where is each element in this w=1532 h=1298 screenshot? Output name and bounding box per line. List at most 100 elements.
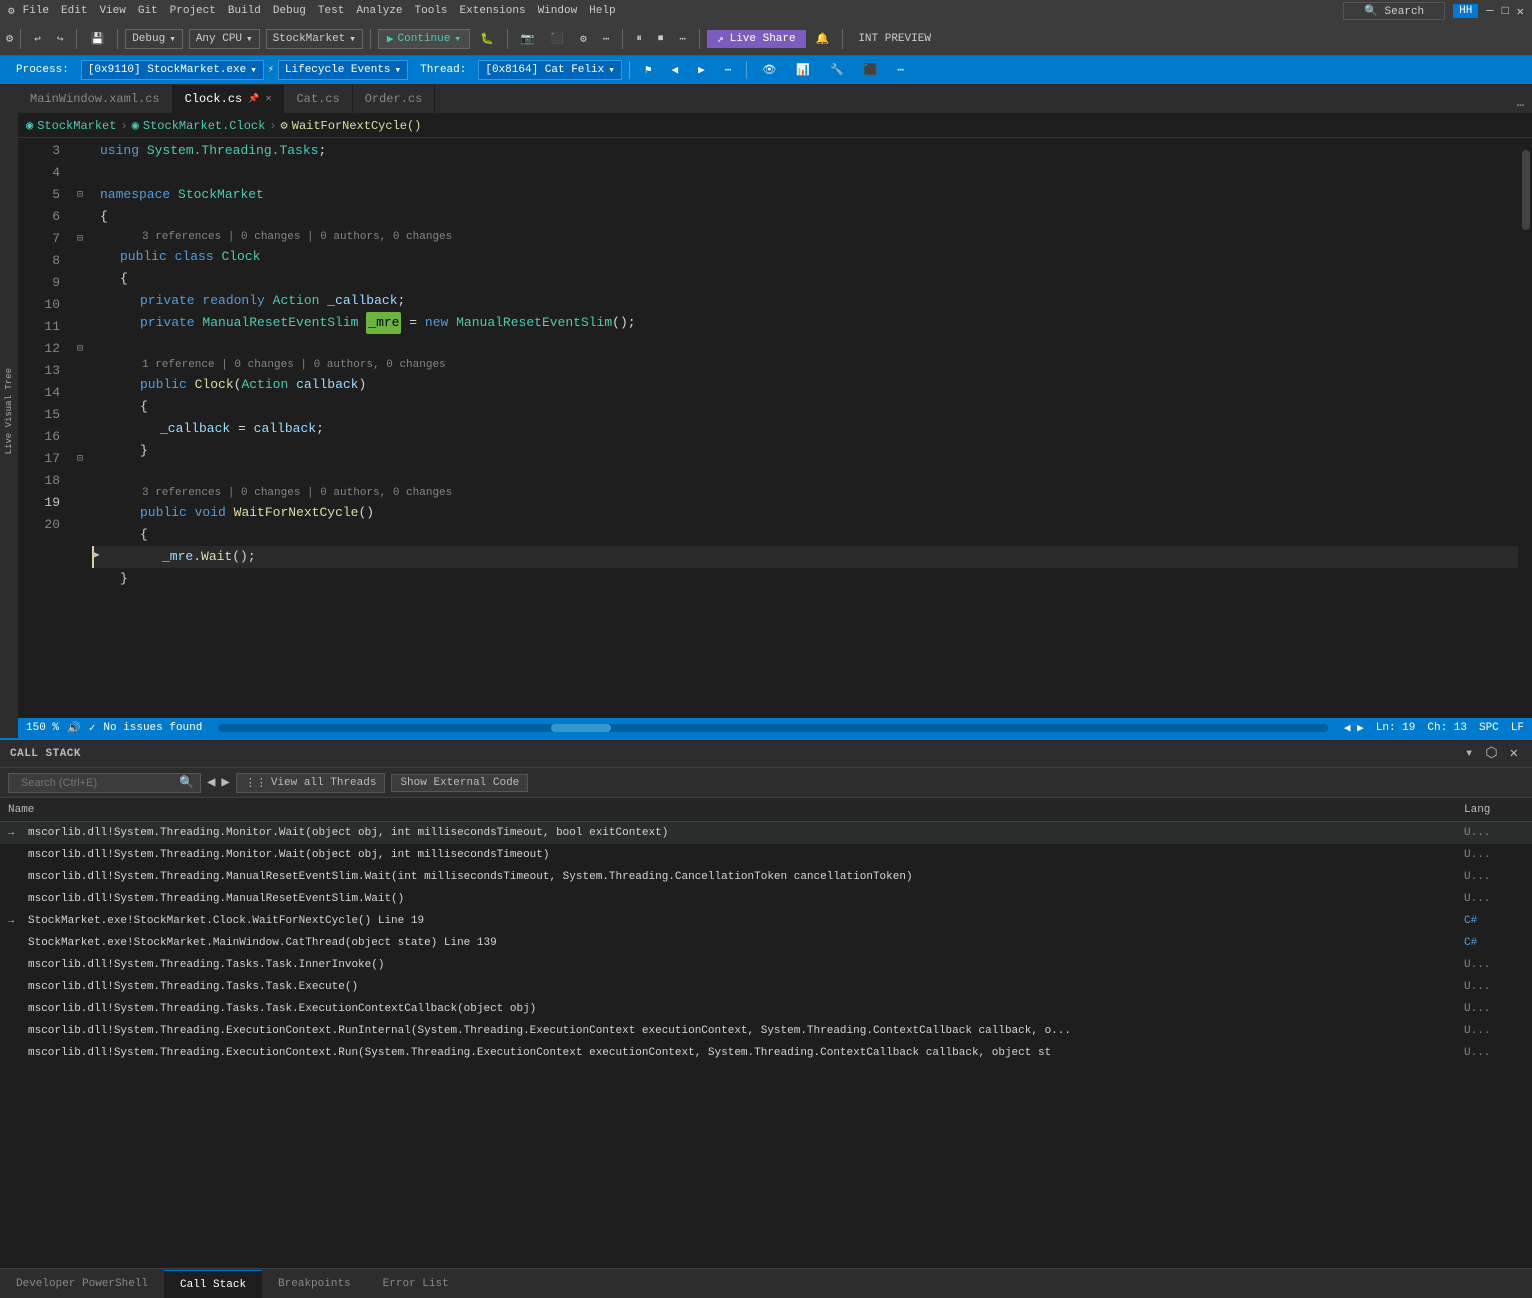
cs-row-3[interactable]: mscorlib.dll!System.Threading.ManualRese… [0, 888, 1532, 910]
undo-btn[interactable]: ↩ [28, 30, 47, 48]
tab-clock-pin[interactable]: 📌 [248, 94, 259, 104]
h-scrollbar-thumb[interactable] [551, 724, 611, 732]
debug-btn-more[interactable]: ⋯ [717, 61, 740, 79]
toolbar-icon2[interactable]: 📷 [515, 30, 541, 48]
cs-row-1[interactable]: mscorlib.dll!System.Threading.Monitor.Wa… [0, 844, 1532, 866]
breadcrumb-icon: ◉ [26, 118, 33, 133]
menu-view[interactable]: View [99, 5, 125, 17]
toolbar-icon9[interactable]: 🔔 [810, 30, 836, 48]
menu-project[interactable]: Project [170, 5, 216, 17]
debug-icon[interactable]: 🐛 [474, 30, 500, 48]
cs-row-7[interactable]: mscorlib.dll!System.Threading.Tasks.Task… [0, 976, 1532, 998]
cs-row-9[interactable]: mscorlib.dll!System.Threading.ExecutionC… [0, 1020, 1532, 1042]
tab-developer-powershell[interactable]: Developer PowerShell [0, 1270, 164, 1298]
menu-window[interactable]: Window [538, 5, 578, 17]
save-btn[interactable]: 💾 [84, 30, 110, 48]
redo-btn[interactable]: ↪ [51, 30, 70, 48]
lifecycle-dropdown[interactable]: Lifecycle Events ▾ [278, 60, 408, 80]
show-external-code-btn[interactable]: Show External Code [391, 774, 528, 792]
menu-file[interactable]: File [23, 5, 49, 17]
debug-reg[interactable]: 🔧 [822, 61, 852, 79]
code-text[interactable]: using System.Threading.Tasks; namespace … [92, 138, 1518, 718]
toolbar-icon4[interactable]: ⚙ [574, 30, 593, 48]
process-dropdown[interactable]: [0x9110] StockMarket.exe ▾ [81, 60, 264, 80]
cs-row-5[interactable]: StockMarket.exe!StockMarket.MainWindow.C… [0, 932, 1532, 954]
menu-debug[interactable]: Debug [273, 5, 306, 17]
toolbar-icon6[interactable]: ⏸ [630, 31, 648, 47]
ln-6: 6 [26, 206, 60, 228]
collapse-method[interactable]: ⊟ [68, 448, 92, 470]
collapse-ctor[interactable]: ⊟ [68, 338, 92, 360]
debug-bp[interactable]: ⬛ [856, 61, 886, 79]
menu-build[interactable]: Build [228, 5, 261, 17]
continue-button[interactable]: ▶ Continue ▾ [378, 29, 470, 49]
menu-analyze[interactable]: Analyze [356, 5, 402, 17]
scrollbar-thumb[interactable] [1522, 150, 1530, 230]
thread-dropdown[interactable]: [0x8164] Cat Felix ▾ [478, 60, 621, 80]
breadcrumb-class[interactable]: StockMarket.Clock [143, 119, 265, 133]
debug-more2[interactable]: ⋯ [889, 61, 912, 79]
zoom-level[interactable]: 150 % [26, 722, 59, 734]
collapse-class[interactable]: ⊟ [68, 228, 92, 250]
toolbar-icon5[interactable]: ⋯ [597, 30, 616, 48]
call-stack-columns: Name Lang [0, 798, 1532, 822]
breadcrumb-method[interactable]: WaitForNextCycle() [292, 119, 422, 133]
toolbar-icon3[interactable]: ⬛ [544, 30, 570, 48]
tab-breakpoints[interactable]: Breakpoints [262, 1270, 367, 1298]
menu-help[interactable]: Help [589, 5, 615, 17]
toolbar-icon7[interactable]: ⏹ [652, 31, 670, 47]
close-btn[interactable]: ✕ [1517, 4, 1524, 19]
project-dropdown[interactable]: StockMarket ▾ [266, 29, 363, 49]
cs-row-0[interactable]: → mscorlib.dll!System.Threading.Monitor.… [0, 822, 1532, 844]
cs-row-8[interactable]: mscorlib.dll!System.Threading.Tasks.Task… [0, 998, 1532, 1020]
tab-overflow[interactable]: ⋯ [1509, 98, 1532, 113]
toolbar-icon1[interactable]: ⚙ [6, 31, 13, 46]
tab-clock[interactable]: Clock.cs 📌 ✕ [173, 85, 285, 113]
continue-dropdown[interactable]: ▾ [454, 32, 461, 46]
cs-row-10[interactable]: mscorlib.dll!System.Threading.ExecutionC… [0, 1042, 1532, 1064]
debug-btn-flag[interactable]: ⚑ [637, 61, 660, 79]
breadcrumb-project[interactable]: StockMarket [37, 119, 116, 133]
cs-row-2[interactable]: mscorlib.dll!System.Threading.ManualRese… [0, 866, 1532, 888]
call-stack-search[interactable] [15, 775, 175, 791]
cs-lang-3: U... [1464, 893, 1524, 905]
live-share-button[interactable]: ↗ Live Share [707, 30, 806, 48]
nav-back-btn[interactable]: ◀ [207, 774, 215, 791]
debug-btn-fwd[interactable]: ▶ [690, 61, 713, 79]
collapse-ns[interactable]: ⊟ [68, 184, 92, 206]
cs-row-4[interactable]: → StockMarket.exe!StockMarket.Clock.Wait… [0, 910, 1532, 932]
vertical-scrollbar[interactable] [1518, 138, 1532, 718]
tab-mainwindow[interactable]: MainWindow.xaml.cs [18, 85, 173, 113]
process-label: Process: [8, 62, 77, 78]
minimize-btn[interactable]: ─ [1486, 4, 1493, 18]
debug-mem[interactable]: 📊 [788, 61, 818, 79]
panel-close-btn[interactable]: ✕ [1506, 743, 1522, 764]
platform-dropdown[interactable]: Any CPU ▾ [189, 29, 260, 49]
code-line-5: namespace StockMarket [92, 184, 1518, 206]
tab-error-list[interactable]: Error List [367, 1270, 465, 1298]
menu-test[interactable]: Test [318, 5, 344, 17]
cs-row-6[interactable]: mscorlib.dll!System.Threading.Tasks.Task… [0, 954, 1532, 976]
toolbar-icon8[interactable]: ⋯ [673, 30, 692, 48]
panel-header: Call Stack ▾ ⬡ ✕ [0, 740, 1532, 768]
panel-minimize-btn[interactable]: ▾ [1461, 743, 1477, 764]
cs-text-10: mscorlib.dll!System.Threading.ExecutionC… [28, 1047, 1464, 1059]
tab-call-stack[interactable]: Call Stack [164, 1270, 262, 1298]
menu-edit[interactable]: Edit [61, 5, 87, 17]
tab-clock-close[interactable]: ✕ [265, 93, 271, 105]
debug-config-dropdown[interactable]: Debug ▾ [125, 29, 183, 49]
debug-watch[interactable]: 👁 [754, 61, 784, 79]
maximize-btn[interactable]: □ [1502, 4, 1509, 18]
ln-10: 10 [26, 294, 60, 316]
debug-btn-back[interactable]: ◀ [663, 61, 686, 79]
menu-git[interactable]: Git [138, 5, 158, 17]
menu-tools[interactable]: Tools [415, 5, 448, 17]
view-all-threads-btn[interactable]: ⋮⋮ View all Threads [236, 773, 386, 793]
nav-fwd-btn[interactable]: ▶ [221, 774, 229, 791]
search-box[interactable]: 🔍 Search [1343, 2, 1445, 20]
tab-order[interactable]: Order.cs [353, 85, 436, 113]
menu-extensions[interactable]: Extensions [460, 5, 526, 17]
horizontal-scrollbar[interactable] [218, 724, 1328, 732]
panel-expand-btn[interactable]: ⬡ [1481, 743, 1501, 764]
tab-cat[interactable]: Cat.cs [284, 85, 352, 113]
